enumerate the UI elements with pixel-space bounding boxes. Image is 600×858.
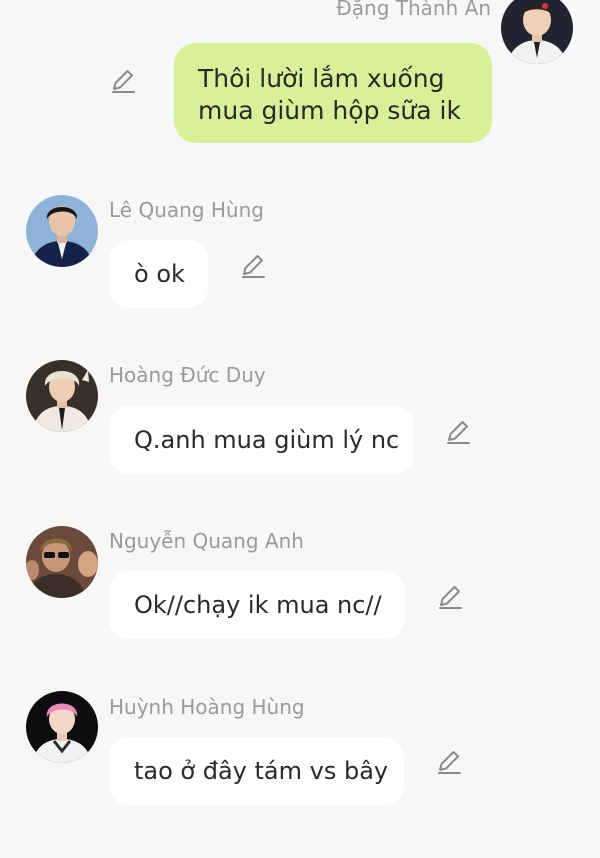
message-bubble[interactable]: tao ở đây tám vs bây [109, 737, 404, 805]
sender-avatar[interactable] [26, 195, 98, 267]
sender-avatar[interactable] [26, 526, 98, 598]
sender-avatar[interactable] [26, 360, 98, 432]
sender-name: Nguyễn Quang Anh [109, 529, 304, 553]
sender-name: Huỳnh Hoàng Hùng [109, 695, 305, 719]
message-bubble[interactable]: Q.anh mua giùm lý nc [109, 406, 414, 474]
sender-name: Lê Quang Hùng [109, 198, 264, 222]
avatar-boy-white-shirt-icon [501, 0, 573, 64]
sender-avatar[interactable] [26, 691, 98, 763]
sender-avatar[interactable] [501, 0, 573, 64]
avatar-group-sunglasses-icon [26, 526, 98, 598]
edit-icon[interactable] [436, 583, 464, 611]
message-bubble[interactable]: Ok//chạy ik mua nc// [109, 571, 405, 639]
message-bubble-me[interactable]: Thôi lười lắm xuống mua giùm hộp sữa ik [174, 43, 492, 143]
edit-icon[interactable] [239, 252, 267, 280]
edit-icon[interactable] [109, 67, 137, 95]
sender-name: Hoàng Đức Duy [109, 363, 266, 387]
avatar-blond-hair-icon [26, 360, 98, 432]
edit-icon[interactable] [435, 748, 463, 776]
sender-name: Đặng Thành An [336, 0, 491, 20]
edit-icon[interactable] [444, 418, 472, 446]
avatar-pink-hair-icon [26, 691, 98, 763]
avatar-boy-suit-icon [26, 195, 98, 267]
chat-thread: Đặng Thành An Thôi lười lắm xuống mua gi… [0, 0, 600, 858]
message-bubble[interactable]: ò ok [109, 240, 208, 308]
